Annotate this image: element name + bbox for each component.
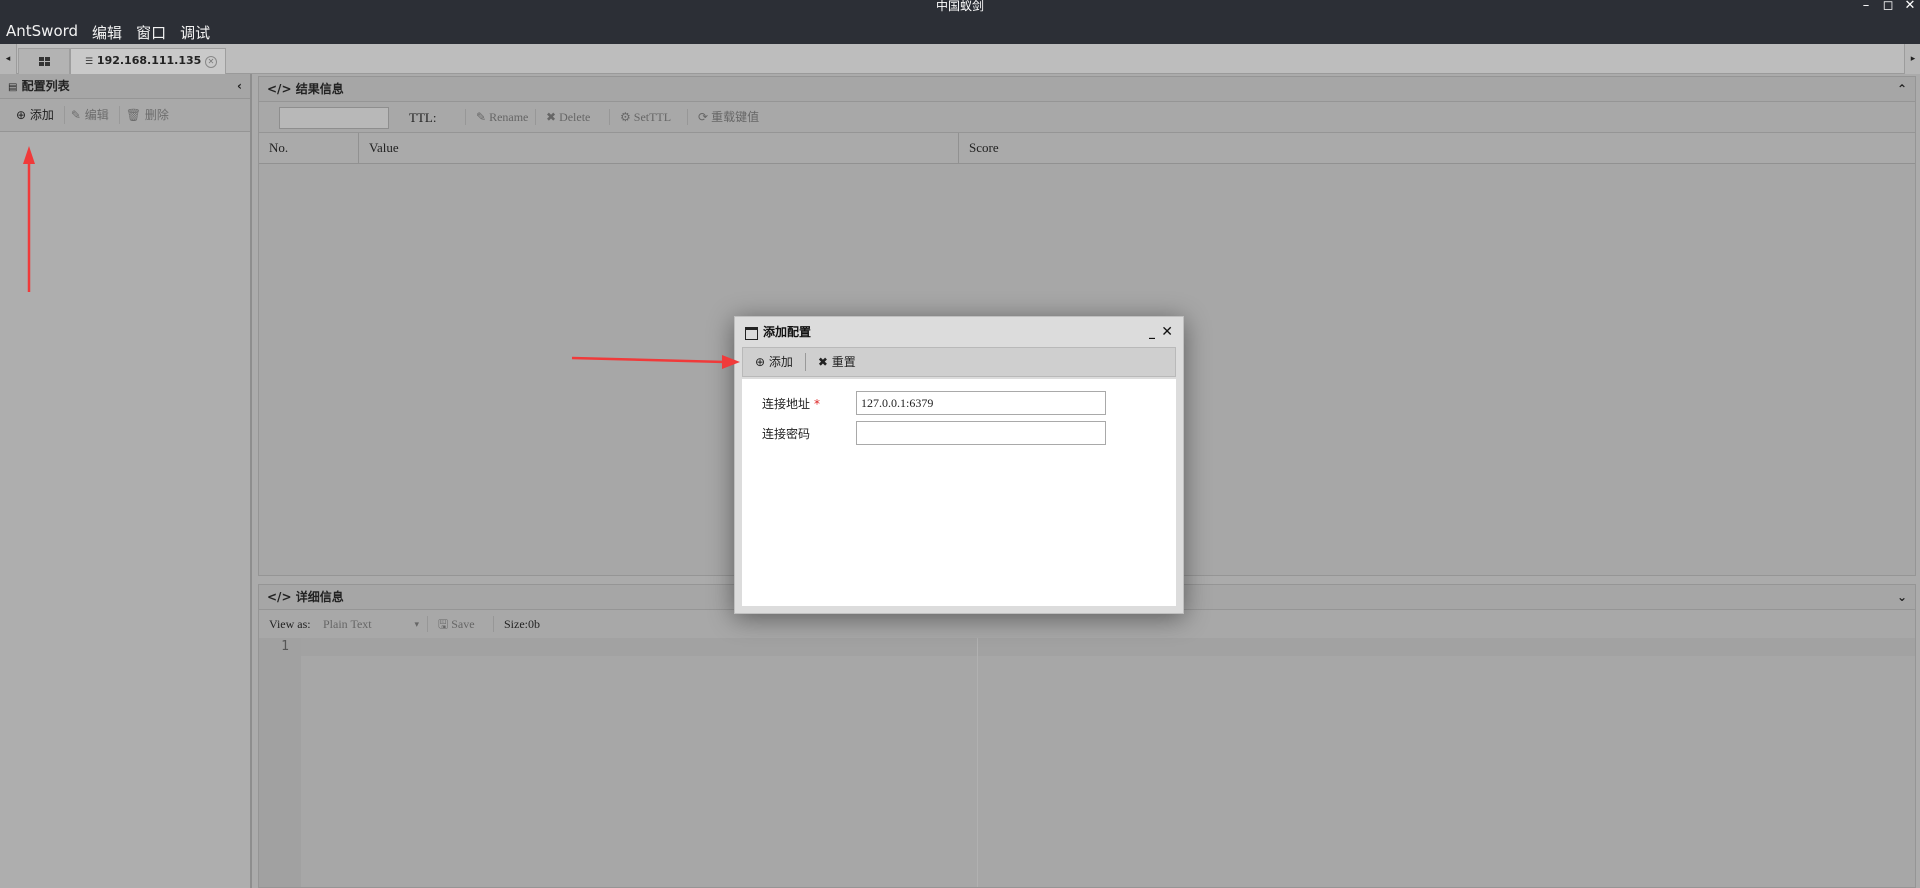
active-line (301, 638, 1915, 656)
ttl-label: TTL: (409, 110, 437, 125)
dialog-header: 添加配置 _ ✕ (735, 317, 1183, 347)
view-as-value: Plain Text (323, 617, 372, 631)
save-button[interactable]: 🖫 Save (427, 616, 475, 632)
address-label-text: 连接地址 (762, 397, 811, 411)
tab-home[interactable] (18, 48, 70, 75)
menu-antsword[interactable]: AntSword (6, 22, 78, 42)
grid-icon (38, 57, 50, 66)
save-label: Save (451, 617, 475, 631)
column-value[interactable]: Value (359, 133, 959, 163)
setttl-button[interactable]: ⚙ SetTTL (609, 109, 671, 125)
dialog-add-label: 添加 (768, 355, 793, 369)
config-list-toolbar: ⊕ 添加 ✎ 编辑 🗑 删除 (0, 99, 250, 132)
title-bar: 中国蚁剑 – ◻ ✕ AntSword 编辑 窗口 调试 (0, 0, 1920, 44)
chevron-down-icon: ▾ (414, 619, 419, 629)
rename-label: Rename (489, 110, 529, 124)
add-config-dialog: 添加配置 _ ✕ ⊕ 添加 ✖ 重置 连接地址* 连接密码 (734, 316, 1184, 614)
maximize-button[interactable]: ◻ (1878, 0, 1898, 14)
result-header: </> 结果信息 ⌃ (259, 77, 1915, 102)
dialog-title: 添加配置 (763, 325, 812, 339)
menu-window[interactable]: 窗口 (136, 22, 166, 42)
collapse-left-icon[interactable]: ‹ (237, 74, 242, 98)
edit-icon: ✎ (70, 108, 81, 122)
config-delete-button[interactable]: 🗑 删除 (120, 106, 179, 124)
tab-host[interactable]: ☰ 192.168.111.135 ✕ (70, 48, 226, 75)
collapse-up-icon[interactable]: ⌃ (1897, 77, 1907, 101)
result-toolbar: TTL: ✎ Rename ✖ Delete ⚙ SetTTL ⟳ 重载键值 (259, 102, 1915, 133)
size-label: Size:0b (493, 616, 540, 632)
dialog-reset-label: 重置 (831, 355, 856, 369)
dialog-toolbar: ⊕ 添加 ✖ 重置 (742, 347, 1176, 377)
result-title: 结果信息 (295, 82, 344, 96)
window-title: 中国蚁剑 (935, 0, 984, 13)
config-list-title: 配置列表 (21, 79, 70, 93)
password-label: 连接密码 (762, 427, 811, 441)
tab-close-icon[interactable]: ✕ (205, 56, 217, 68)
config-edit-button[interactable]: ✎ 编辑 (65, 106, 120, 124)
menu-debug[interactable]: 调试 (180, 22, 210, 42)
address-input[interactable] (856, 391, 1106, 415)
tab-scroll-right-button[interactable]: ▸ (1904, 44, 1920, 74)
rename-button[interactable]: ✎ Rename (465, 109, 528, 125)
view-as-select[interactable]: Plain Text ▾ (323, 610, 419, 638)
config-add-label: 添加 (29, 108, 54, 122)
detail-panel: </> 详细信息 ⌄ View as: Plain Text ▾ 🖫 Save … (258, 584, 1916, 888)
password-input[interactable] (856, 421, 1106, 445)
required-mark: * (814, 397, 821, 411)
result-grid-header: No. Value Score (259, 133, 1915, 164)
config-list-header: ▤ 配置列表 ‹ (0, 74, 250, 99)
column-score[interactable]: Score (959, 133, 1915, 163)
plus-circle-icon: ⊕ (16, 108, 27, 122)
address-label: 连接地址 * (762, 391, 856, 417)
reload-button[interactable]: ⟳ 重载键值 (687, 109, 759, 125)
editor-gutter: 1 (259, 638, 301, 887)
code-icon: </> (267, 82, 292, 96)
dialog-add-button[interactable]: ⊕ 添加 (743, 353, 806, 371)
delete-key-label: Delete (559, 110, 591, 124)
dialog-reset-button[interactable]: ✖ 重置 (806, 353, 868, 371)
tab-scroll-left-button[interactable]: ◂ (0, 44, 17, 74)
print-margin (977, 638, 978, 887)
config-list-panel: ▤ 配置列表 ‹ ⊕ 添加 ✎ 编辑 🗑 删除 (0, 74, 252, 888)
close-window-button[interactable]: ✕ (1900, 0, 1920, 14)
dialog-close-icon[interactable]: ✕ (1161, 317, 1173, 347)
collapse-down-icon[interactable]: ⌄ (1897, 585, 1907, 609)
tab-host-label: 192.168.111.135 (96, 54, 202, 67)
detail-title: 详细信息 (295, 590, 344, 604)
window-icon (745, 327, 758, 340)
trash-icon: 🗑 (125, 108, 142, 122)
dialog-minimize-icon[interactable]: _ (1149, 317, 1155, 347)
code-editor[interactable]: 1 (259, 638, 1915, 887)
line-number: 1 (281, 639, 289, 654)
close-icon: ✖ (817, 355, 828, 369)
menu-edit[interactable]: 编辑 (92, 22, 122, 42)
delete-key-button[interactable]: ✖ Delete (535, 109, 590, 125)
plus-circle-icon: ⊕ (755, 355, 766, 369)
detail-toolbar: View as: Plain Text ▾ 🖫 Save Size:0b (259, 610, 1915, 639)
key-search-input[interactable] (279, 107, 389, 129)
config-add-button[interactable]: ⊕ 添加 (10, 106, 65, 124)
code-icon: </> (267, 590, 292, 604)
setttl-label: SetTTL (633, 110, 672, 124)
form-row-password: 连接密码 (762, 421, 1106, 447)
config-edit-label: 编辑 (84, 108, 109, 122)
form-row-address: 连接地址 * (762, 391, 1106, 417)
column-no[interactable]: No. (259, 133, 359, 163)
database-icon: ☰ (85, 57, 94, 67)
view-as-label: View as: (269, 617, 311, 631)
minimize-button[interactable]: – (1856, 0, 1876, 14)
tab-bar: ◂ ☰ 192.168.111.135 ✕ ▸ (0, 44, 1920, 75)
reload-label: 重载键值 (711, 110, 760, 124)
menu-bar: AntSword 编辑 窗口 调试 (6, 22, 210, 42)
dialog-form: 连接地址* 连接密码 (742, 379, 1176, 606)
config-delete-label: 删除 (144, 108, 169, 122)
list-icon: ▤ (8, 82, 18, 93)
